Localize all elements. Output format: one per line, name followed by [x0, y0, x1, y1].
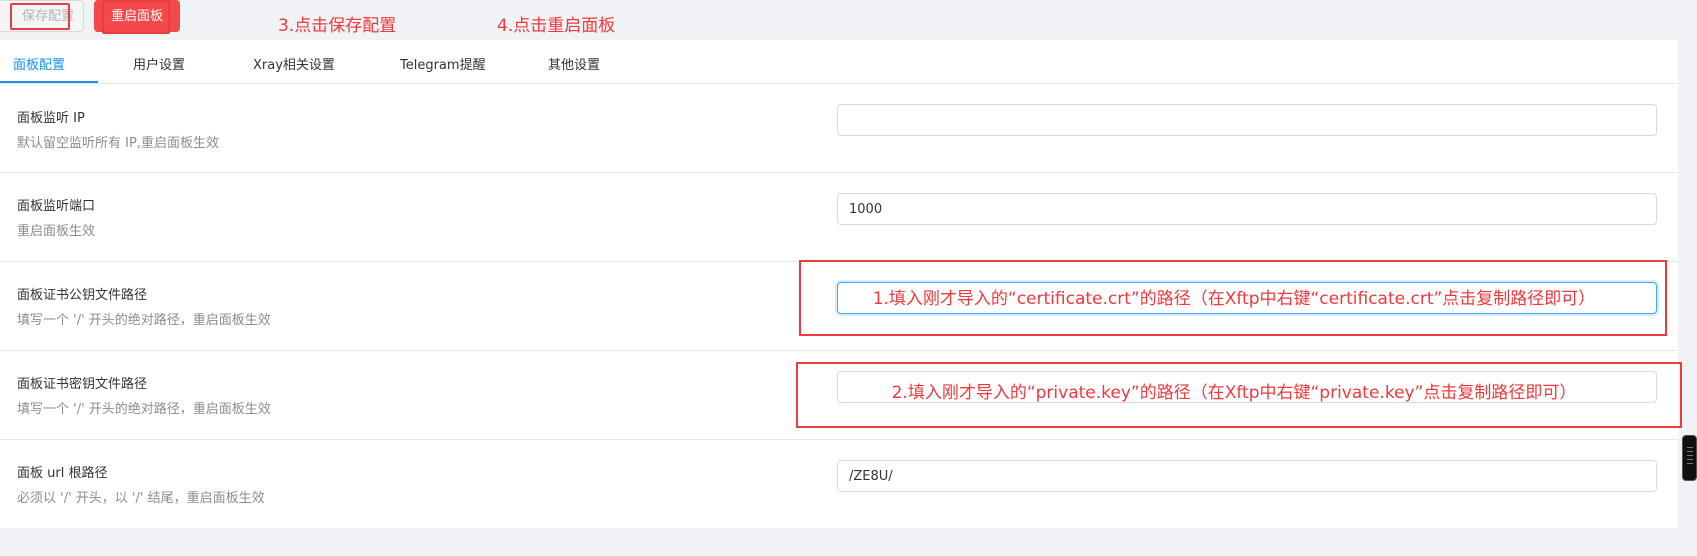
- step4-note: 4.点击重启面板: [497, 16, 616, 36]
- active-tab-indicator: [0, 81, 98, 83]
- url-root-path-input[interactable]: [837, 460, 1657, 492]
- setting-title: 面板证书密钥文件路径: [17, 377, 148, 392]
- tab-panel-config[interactable]: 面板配置: [13, 54, 65, 73]
- tab-user-settings[interactable]: 用户设置: [133, 54, 185, 73]
- setting-desc: 默认留空监听所有 IP,重启面板生效: [17, 136, 219, 151]
- cert-file-path-input[interactable]: [837, 282, 1657, 314]
- settings-panel: 面板配置 用户设置 Xray相关设置 Telegram提醒 其他设置 面板监听 …: [0, 40, 1678, 528]
- setting-row-cert-file: 面板证书公钥文件路径 填写一个 '/' 开头的绝对路径，重启面板生效: [0, 262, 1678, 351]
- setting-title: 面板监听 IP: [17, 111, 85, 126]
- restart-panel-button[interactable]: 重启面板: [94, 0, 180, 32]
- setting-desc: 必须以 '/' 开头，以 '/' 结尾，重启面板生效: [17, 491, 265, 506]
- toolbar: 保存配置 重启面板 3.点击保存配置 4.点击重启面板: [0, 0, 1697, 40]
- tab-other-settings[interactable]: 其他设置: [548, 54, 600, 73]
- step3-note: 3.点击保存配置: [278, 16, 397, 36]
- setting-title: 面板证书公钥文件路径: [17, 288, 148, 303]
- setting-desc: 填写一个 '/' 开头的绝对路径，重启面板生效: [17, 313, 271, 328]
- setting-desc: 填写一个 '/' 开头的绝对路径，重启面板生效: [17, 402, 271, 417]
- listen-ip-input[interactable]: [837, 104, 1657, 136]
- save-config-button[interactable]: 保存配置: [0, 0, 84, 32]
- tab-bar: 面板配置 用户设置 Xray相关设置 Telegram提醒 其他设置: [0, 40, 1678, 84]
- setting-row-listen-port: 面板监听端口 重启面板生效: [0, 173, 1678, 262]
- listen-port-input[interactable]: [837, 193, 1657, 225]
- setting-desc: 重启面板生效: [17, 224, 96, 239]
- setting-title: 面板监听端口: [17, 199, 96, 214]
- setting-row-key-file: 面板证书密钥文件路径 填写一个 '/' 开头的绝对路径，重启面板生效: [0, 351, 1678, 440]
- setting-row-listen-ip: 面板监听 IP 默认留空监听所有 IP,重启面板生效: [0, 84, 1678, 173]
- scroll-handle[interactable]: [1682, 435, 1697, 481]
- tab-telegram[interactable]: Telegram提醒: [400, 54, 486, 73]
- setting-title: 面板 url 根路径: [17, 466, 108, 481]
- tab-xray-settings[interactable]: Xray相关设置: [253, 54, 335, 73]
- key-file-path-input[interactable]: [837, 371, 1657, 403]
- setting-row-url-root: 面板 url 根路径 必须以 '/' 开头，以 '/' 结尾，重启面板生效: [0, 440, 1678, 528]
